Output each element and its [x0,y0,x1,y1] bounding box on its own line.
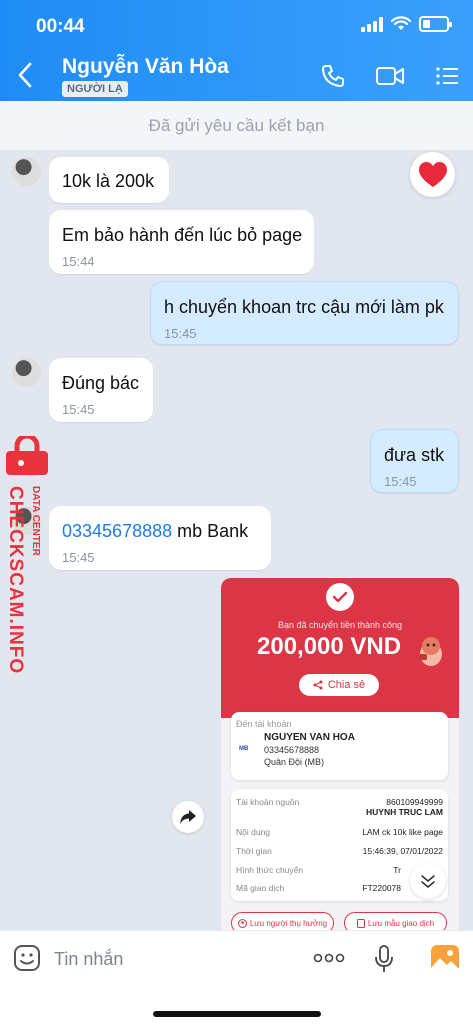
more-options-icon[interactable] [313,953,345,963]
signal-icon [361,16,383,32]
lock-icon [6,436,48,475]
message-time: 15:44 [62,254,95,269]
share-label: Chia sẻ [327,679,366,691]
watermark-sub: DATA CENTER [30,486,41,556]
video-call-icon[interactable] [375,63,405,89]
mascot-icon [419,637,442,666]
forward-button[interactable] [172,801,204,833]
reaction-button[interactable] [410,152,455,197]
user-icon [237,918,247,928]
stranger-badge: NGƯỜI LẠ [62,81,128,97]
message-input[interactable]: Tin nhắn [54,949,123,970]
message-time: 15:45 [62,550,95,565]
message-text: 10k là 200k [62,171,155,191]
battery-icon [419,16,452,32]
detail-key: Thời gian [236,846,272,856]
detail-key: Hình thức chuyển [236,865,304,875]
gallery-icon[interactable] [430,944,460,974]
message-bubble-outgoing[interactable]: h chuyển khoan trc cậu mới làm pk 15:45 [150,281,459,345]
message-input-bar: Tin nhắn [0,930,473,1024]
message-text: h chuyển khoan trc cậu mới làm pk [164,297,444,317]
recipient-label: Đến tài khoản [236,719,292,729]
detail-value: 860109949999 [386,797,443,807]
sticker-icon[interactable] [13,944,41,972]
menu-list-icon[interactable] [434,63,460,89]
share-icon [313,680,323,690]
message-bubble-incoming[interactable]: Đúng bác 15:45 [49,358,153,422]
status-icons [361,16,452,32]
save-recipient-label: Lưu người thụ hưởng [249,918,328,928]
home-indicator [153,1011,321,1017]
friend-request-banner: Đã gửi yêu cầu kết bạn [0,101,473,150]
message-bubble-incoming[interactable]: 10k là 200k [49,157,169,203]
watermark: CHECKSCAM.INFO DATA CENTER [4,486,41,674]
detail-key: Tài khoản nguồn [236,797,300,807]
status-time: 00:44 [36,16,85,37]
message-time: 15:45 [164,326,197,341]
chevron-down-icon [421,875,435,888]
message-text: Đúng bác [62,373,140,393]
back-arrow-icon[interactable] [14,58,38,92]
detail-value: Tr [393,865,401,875]
message-bubble-incoming[interactable]: 03345678888 mb Bank 15:45 [49,506,271,570]
message-text: đưa stk [384,445,445,465]
receipt-success-text: Bạn đã chuyển tiền thành công [277,620,403,630]
detail-value: LAM ck 10k like page [362,827,443,837]
avatar[interactable] [12,157,41,186]
detail-value: FT220078 [362,883,401,893]
account-number-link[interactable]: 03345678888 [62,521,172,541]
detail-key: Mã giao dịch [236,883,285,893]
save-template-label: Lưu mẫu giao dịch [367,918,435,928]
recipient-card: Đến tài khoản MB NGUYEN VAN HOA 03345678… [231,712,448,780]
contact-name[interactable]: Nguyễn Văn Hòa [62,55,229,79]
document-icon [356,918,365,928]
detail-key: Nội dung [236,827,271,837]
avatar[interactable] [12,358,41,387]
phone-icon[interactable] [320,63,346,89]
message-time: 15:45 [62,402,95,417]
watermark-main: CHECKSCAM.INFO [5,486,26,675]
wifi-icon [391,16,411,30]
message-text: Em bảo hành đến lúc bỏ page [62,225,303,245]
recipient-bank: Quân Đội (MB) [264,757,325,767]
heart-icon [418,161,447,187]
success-check-icon [326,583,354,611]
detail-value-name: HUYNH TRUC LAM [366,807,443,817]
message-time: 15:45 [384,474,417,489]
message-bubble-incoming[interactable]: Em bảo hành đến lúc bỏ page 15:44 [49,210,314,274]
message-bubble-outgoing[interactable]: đưa stk 15:45 [370,429,459,493]
chat-header: 00:44 Nguyễn Văn Hòa NGƯỜI LẠ [0,0,473,101]
detail-value: 15:46:39, 07/01/2022 [362,846,443,856]
message-text: 03345678888 mb Bank [62,520,258,542]
share-button[interactable]: Chia sẻ [299,674,379,696]
receipt-amount: 200,000 VND [257,633,402,660]
forward-arrow-icon [180,810,196,824]
scroll-down-button[interactable] [410,863,446,899]
transfer-receipt-image[interactable]: Bạn đã chuyển tiền thành công 200,000 VN… [221,578,459,934]
mb-bank-logo: MB [239,746,249,752]
message-text-suffix: mb Bank [172,521,249,541]
recipient-name: NGUYEN VAN HOA [264,732,355,743]
microphone-icon[interactable] [374,944,394,974]
recipient-account: 03345678888 [264,745,320,755]
